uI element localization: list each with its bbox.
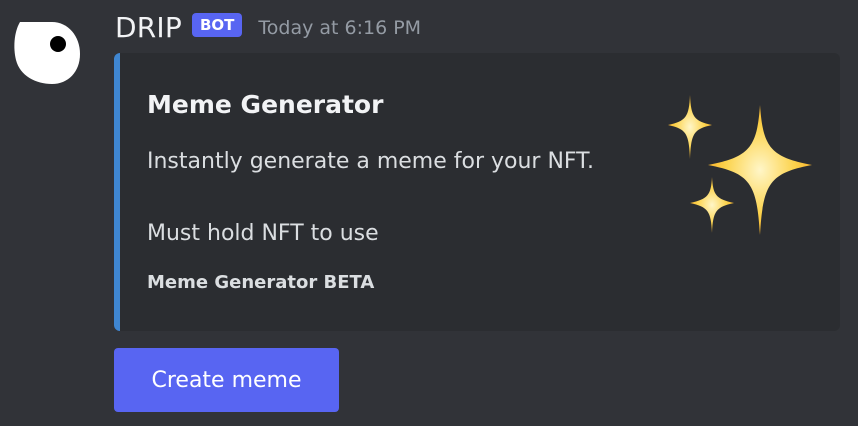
embed-footer: Meme Generator BETA bbox=[147, 272, 375, 293]
message-header: DRIP BOT Today at 6:16 PM bbox=[115, 8, 421, 46]
timestamp[interactable]: Today at 6:16 PM bbox=[258, 17, 421, 39]
create-meme-button[interactable]: Create meme bbox=[114, 348, 339, 412]
embed-description: Instantly generate a meme for your NFT. bbox=[147, 149, 595, 174]
bot-message: DRIP BOT Today at 6:16 PM Meme Generator… bbox=[0, 0, 858, 426]
sparkles-icon[interactable] bbox=[660, 95, 820, 243]
embed-title: Meme Generator bbox=[147, 90, 384, 119]
embed-card: Meme Generator Instantly generate a meme… bbox=[114, 53, 840, 331]
username[interactable]: DRIP bbox=[115, 11, 182, 44]
bot-badge: BOT bbox=[191, 13, 243, 37]
embed-field-value: Must hold NFT to use bbox=[147, 221, 379, 246]
drip-logo-icon[interactable] bbox=[12, 16, 82, 86]
